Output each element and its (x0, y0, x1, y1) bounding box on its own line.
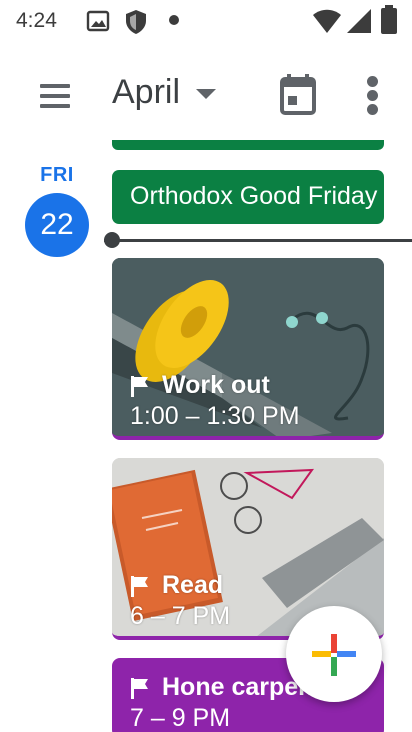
status-time: 4:24 (16, 9, 57, 32)
event-all-day[interactable]: Orthodox Good Friday (112, 170, 384, 224)
event-time: 6 – 7 PM (130, 602, 231, 630)
month-label: April (112, 72, 181, 111)
menu-icon[interactable] (30, 74, 82, 126)
day-label[interactable]: FRI 22 (22, 164, 92, 257)
flag-icon (131, 375, 148, 397)
event-text: Work out 1:00 – 1:30 PM (130, 370, 300, 432)
calendar-today-icon[interactable] (278, 72, 318, 116)
app-bar: April (0, 44, 412, 140)
event-title: Read (162, 571, 224, 599)
current-time-dot (104, 232, 120, 248)
event-title: Work out (162, 371, 270, 399)
day-weekday: FRI (40, 164, 74, 186)
create-event-button[interactable] (286, 606, 382, 702)
plus-icon (312, 634, 356, 676)
event-title: Orthodox Good Friday (130, 182, 378, 210)
chevron-down-icon (196, 89, 217, 99)
dot-icon (169, 15, 179, 25)
event-time: 1:00 – 1:30 PM (130, 402, 300, 430)
current-time-line (104, 239, 412, 242)
event-workout[interactable]: Work out 1:00 – 1:30 PM (112, 258, 384, 440)
flag-icon (131, 677, 148, 699)
wifi-icon (313, 9, 341, 33)
event-time: 7 – 9 PM (130, 704, 231, 732)
day-date-badge: 22 (25, 193, 89, 257)
photos-icon (86, 10, 110, 32)
battery-icon (381, 5, 397, 34)
status-bar: 4:24 (0, 0, 412, 44)
flag-icon (131, 575, 148, 597)
more-vert-icon[interactable] (358, 70, 388, 120)
signal-icon (347, 9, 371, 33)
event-text: Read 6 – 7 PM (130, 570, 230, 632)
month-selector[interactable]: April (112, 64, 217, 120)
shield-icon (126, 10, 146, 34)
